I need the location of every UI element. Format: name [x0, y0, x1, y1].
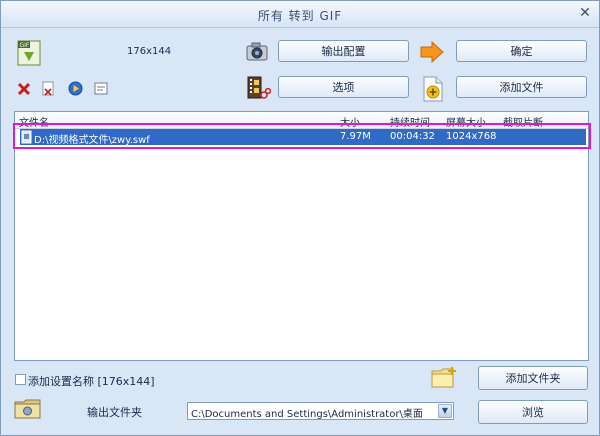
add-setting-name-checkbox[interactable] — [15, 374, 26, 385]
arrow-right-icon — [420, 40, 444, 64]
profile-resolution: 176x144 — [127, 46, 172, 57]
camera-icon — [246, 42, 268, 61]
new-folder-icon — [431, 367, 456, 388]
converter-window: 所有 转到 GIF ✕ GIF 176x144 输出配置 确定 选项 添加文件 … — [0, 0, 600, 436]
output-config-button[interactable]: 输出配置 — [278, 40, 409, 62]
remove-file-icon[interactable] — [41, 81, 55, 97]
output-folder-select[interactable]: C:\Documents and Settings\Administrator\… — [187, 402, 454, 420]
properties-icon[interactable] — [94, 82, 108, 95]
confirm-button[interactable]: 确定 — [456, 40, 587, 62]
close-icon[interactable]: ✕ — [577, 5, 593, 21]
window-title: 所有 转到 GIF — [257, 9, 343, 23]
gif-profile-icon: GIF — [17, 40, 41, 66]
play-icon[interactable] — [68, 81, 83, 96]
chevron-down-icon[interactable]: ▼ — [438, 404, 452, 418]
add-file-button[interactable]: 添加文件 — [456, 76, 587, 98]
browse-button[interactable]: 浏览 — [478, 400, 588, 424]
selection-highlight — [13, 123, 591, 149]
delete-icon[interactable] — [17, 82, 31, 96]
add-folder-button[interactable]: 添加文件夹 — [478, 366, 588, 390]
folder-icon — [14, 399, 41, 419]
add-file-icon — [423, 76, 443, 102]
title-bar: 所有 转到 GIF ✕ — [1, 1, 599, 28]
output-folder-label: 输出文件夹 — [87, 406, 142, 419]
options-button[interactable]: 选项 — [278, 76, 409, 98]
svg-text:GIF: GIF — [20, 42, 30, 49]
add-setting-name-label: 添加设置名称 [176x144] — [28, 375, 155, 388]
film-cut-icon — [247, 76, 271, 99]
output-folder-value: C:\Documents and Settings\Administrator\… — [191, 409, 423, 420]
